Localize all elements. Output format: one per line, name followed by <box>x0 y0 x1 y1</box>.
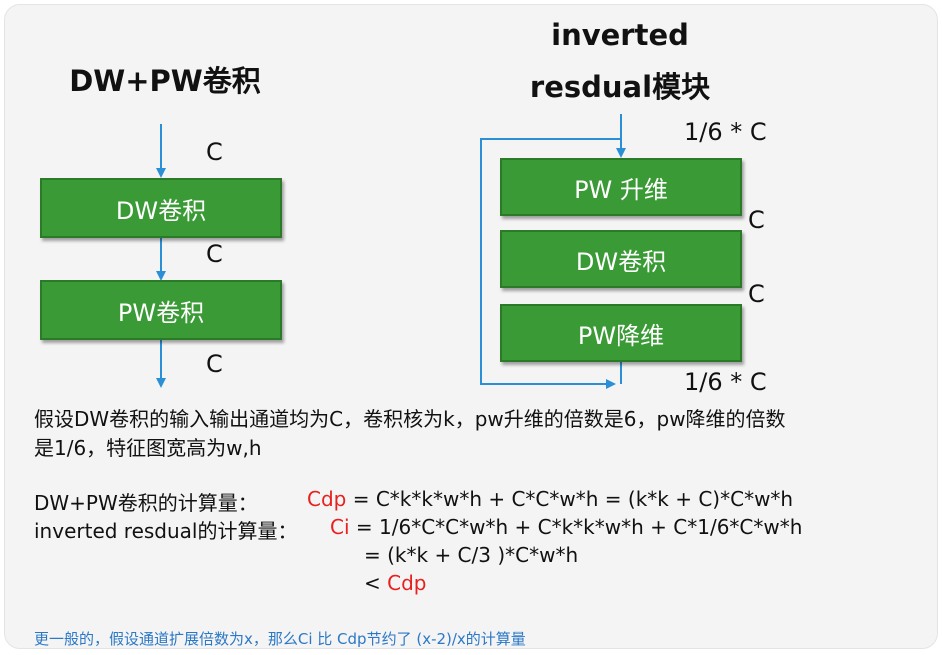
cdp-compare-symbol: Cdp <box>387 571 427 595</box>
right-diagram-title-line2: resdual模块 <box>529 70 711 104</box>
cdp-symbol: Cdp <box>307 487 347 511</box>
pw-reduce-box: PW降维 <box>500 304 742 362</box>
ir-cost-label: inverted resdual的计算量： <box>34 519 298 543</box>
right-label-top: 1/6 * C <box>684 118 767 146</box>
description-line1: 假设DW卷积的输入输出通道均为C，卷积核为k，pw升维的倍数是6，pw降维的倍数 <box>34 407 786 431</box>
pw-conv-box: PW卷积 <box>40 280 282 340</box>
ir-cost-formula: Ci = 1/6*C*C*w*h + C*k*k*w*h + C*1/6*C*w… <box>330 515 802 539</box>
right-diagram-title-line1: inverted <box>551 18 689 52</box>
dwpw-cost-formula: Cdp = C*k*k*w*h + C*C*w*h = (k*k + C)*C*… <box>307 487 793 511</box>
ir-cost-comparison: < Cdp <box>364 571 426 595</box>
right-label-bottom: 1/6 * C <box>684 368 767 396</box>
left-label-top: C <box>206 138 223 166</box>
left-label-mid: C <box>206 240 223 268</box>
left-diagram-title: DW+PW卷积 <box>69 64 261 98</box>
ci-symbol: Ci <box>330 515 350 539</box>
dwpw-cost-label: DW+PW卷积的计算量： <box>34 491 258 515</box>
right-label-c1: C <box>748 206 765 234</box>
description-line2: 是1/6，特征图宽高为w,h <box>34 436 262 460</box>
dwpw-cost-expression: = C*k*k*w*h + C*C*w*h = (k*k + C)*C*w*h <box>346 487 794 511</box>
right-label-c2: C <box>748 280 765 308</box>
footnote: 更一般的，假设通道扩展倍数为x，那么Ci 比 Cdp节约了 (x-2)/x的计算… <box>34 630 526 648</box>
less-than-sign: < <box>364 571 388 595</box>
ir-cost-expression: = 1/6*C*C*w*h + C*k*k*w*h + C*1/6*C*w*h <box>349 515 803 539</box>
dw-conv-box-right: DW卷积 <box>500 230 742 288</box>
left-label-bottom: C <box>206 350 223 378</box>
dw-conv-box: DW卷积 <box>40 178 282 238</box>
pw-expand-box: PW 升维 <box>500 158 742 216</box>
ir-cost-simplified: = (k*k + C/3 )*C*w*h <box>364 543 579 567</box>
